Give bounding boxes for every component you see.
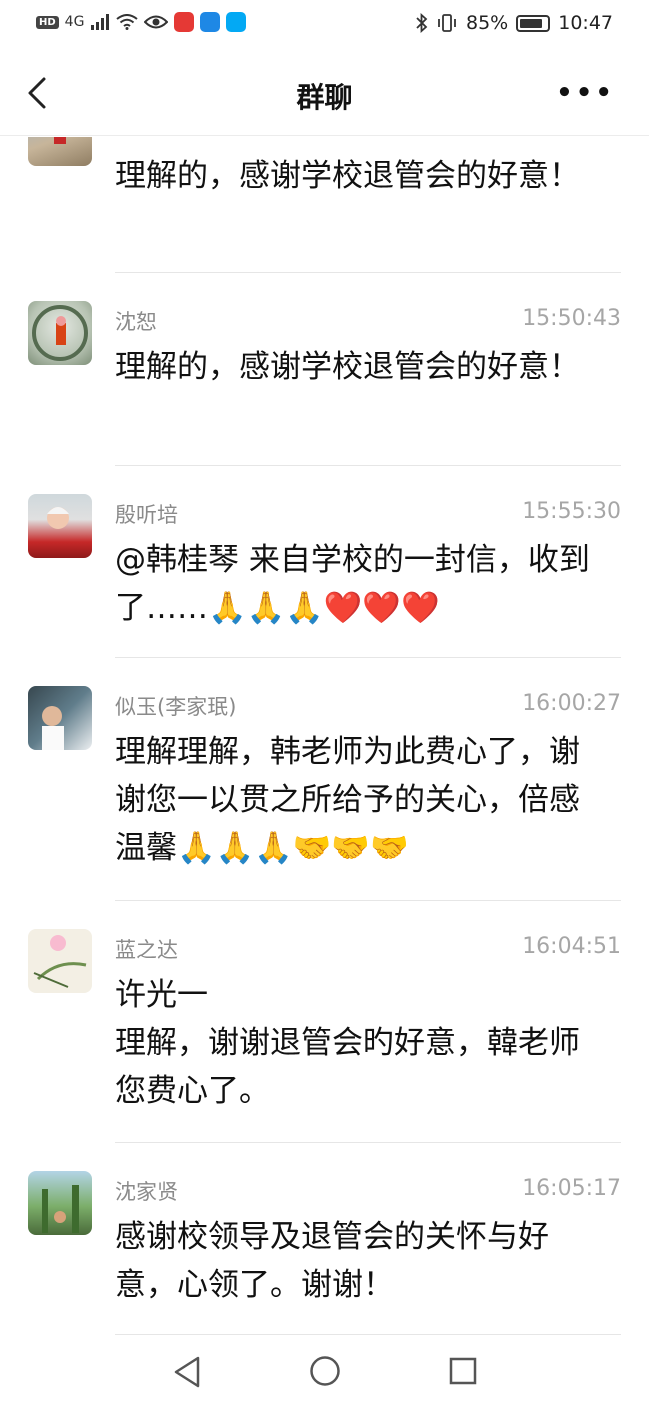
sender-name: 沈家贤: [115, 1180, 178, 1204]
vibrate-icon: [438, 14, 456, 32]
avatar[interactable]: [28, 929, 92, 993]
hd-icon: HD: [36, 15, 59, 29]
divider: [115, 900, 621, 901]
message-time: 16:05:17: [522, 1176, 621, 1201]
sender-name: 蓝之达: [115, 938, 178, 962]
square-recent-icon[interactable]: [448, 1356, 478, 1386]
message-time: 15:55:30: [522, 499, 621, 524]
system-navigation-bar: [0, 1335, 649, 1408]
network-type: 4G: [64, 14, 85, 30]
message-text: @韩桂琴 来自学校的一封信，收到了……🙏🙏🙏❤️❤️❤️: [115, 542, 590, 626]
chat-header: 群聊 •••: [0, 50, 649, 136]
avatar[interactable]: [28, 137, 92, 166]
circle-home-icon[interactable]: [309, 1355, 341, 1387]
avatar[interactable]: [28, 301, 92, 365]
clock: 10:47: [558, 12, 613, 34]
divider: [115, 272, 621, 273]
eye-icon: [144, 15, 169, 29]
status-bar: HD 4G 85% 10:47: [0, 0, 649, 50]
message-text: 感谢校领导及退管会的关怀与好意，心领了。谢谢！: [115, 1219, 549, 1303]
sender-name: 殷听培: [115, 503, 178, 527]
message-time: 16:00:27: [522, 691, 621, 716]
message-time: 15:50:43: [522, 306, 621, 331]
bluetooth-icon: [416, 13, 428, 33]
more-dots-icon[interactable]: •••: [556, 80, 615, 106]
message-text: 理解的，感谢学校退管会的好意！: [115, 158, 580, 194]
message-text: 理解理解，韩老师为此费心了，谢谢您一以贯之所给予的关心，倍感温馨🙏🙏🙏🤝🤝🤝: [115, 734, 580, 866]
sender-name: 沈恕: [115, 310, 157, 334]
divider: [115, 465, 621, 466]
sender-name: 似玉(李家珉): [115, 695, 237, 719]
divider: [115, 1142, 621, 1143]
message-list[interactable]: 理解的，感谢学校退管会的好意！ 沈恕 15:50:43 理解的，感谢学校退管会的…: [0, 137, 649, 1335]
wifi-icon: [116, 14, 139, 30]
app-notification-blue-icon: [200, 12, 221, 32]
app-notification-red-icon: [174, 12, 195, 32]
page-title: 群聊: [296, 81, 353, 114]
triangle-back-icon[interactable]: [172, 1355, 202, 1389]
avatar[interactable]: [28, 1171, 92, 1235]
battery-percent: 85%: [466, 12, 509, 34]
message-time: 16:04:51: [522, 934, 621, 959]
app-notification-cyan-icon: [226, 12, 247, 32]
avatar[interactable]: [28, 686, 92, 750]
divider: [115, 657, 621, 658]
message-text: 理解的，感谢学校退管会的好意！: [115, 349, 580, 385]
signal-icon: [91, 14, 110, 30]
battery-icon: [516, 14, 551, 32]
message-text: 许光一 理解，谢谢退管会旳好意，韓老师您费心了。: [115, 977, 580, 1109]
avatar[interactable]: [28, 494, 92, 558]
